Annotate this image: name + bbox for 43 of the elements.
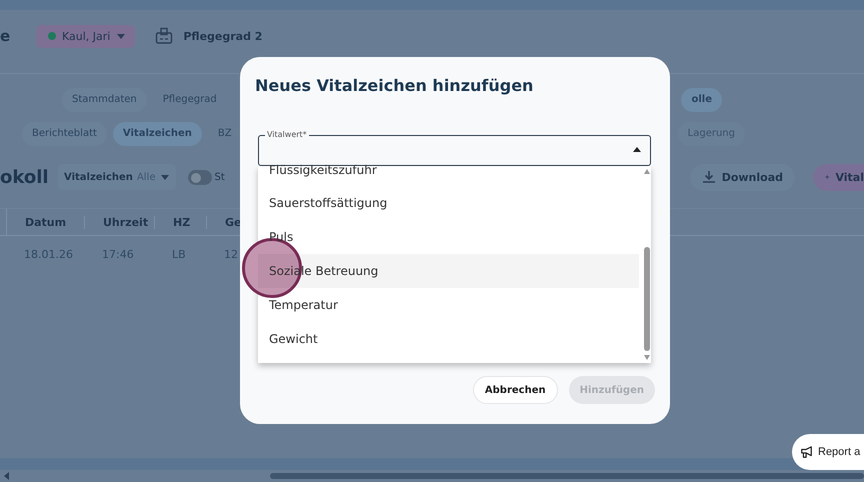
tab[interactable]: Pflegegrad — [152, 88, 227, 112]
cancel-button[interactable]: Abbrechen — [472, 376, 558, 404]
care-level: Pflegegrad 2 — [183, 30, 262, 42]
dialog-title: Neues Vitalzeichen hinzufügen — [255, 76, 534, 95]
caret-icon — [116, 32, 126, 40]
table-cell-text: 18.01.26 — [23, 248, 74, 260]
tab[interactable]: BZ — [208, 122, 242, 146]
column-header: Datum — [7, 216, 85, 228]
dropdown-option[interactable]: Temperatur — [258, 288, 639, 322]
caret-icon — [160, 174, 170, 180]
table-cell-text: 17:46 — [101, 248, 135, 260]
column-header: Ge — [224, 216, 242, 228]
table-cell-text: LB — [171, 248, 187, 260]
megaphone-icon — [800, 446, 813, 458]
scrollbar-thumb[interactable] — [644, 247, 650, 351]
toggle-label: St — [214, 172, 225, 182]
dropdown-option[interactable]: Puls — [258, 220, 639, 254]
tab[interactable]: olle — [681, 88, 722, 112]
scrollbar-thumb[interactable] — [270, 473, 864, 479]
field-label: Vitalwert* — [265, 130, 309, 140]
column-header: Uhrzeit — [85, 216, 155, 228]
dropdown-option[interactable]: Flüssigkeitszufuhr — [258, 166, 639, 186]
download-button[interactable]: Download — [690, 164, 795, 190]
table-cell-text: 12 — [223, 248, 239, 260]
tab[interactable]: Stammdaten — [62, 88, 147, 112]
page-title: e — [0, 27, 12, 45]
dropdown-option[interactable]: Gewicht — [258, 322, 639, 356]
download-icon — [702, 170, 716, 184]
scroll-down-icon — [644, 355, 650, 360]
caret-icon — [633, 146, 641, 153]
select-field[interactable]: Vitalwert* — [258, 129, 651, 166]
scroll-left-icon — [4, 472, 9, 480]
section-title: okoll — [0, 166, 50, 188]
report-button[interactable]: Report a — [792, 434, 864, 470]
tab[interactable]: Berichteblatt — [22, 122, 107, 146]
column-header: HZ — [155, 216, 207, 228]
badge-icon — [155, 27, 174, 45]
toggle-switch[interactable] — [188, 170, 212, 184]
add-button[interactable]: Vital — [813, 164, 864, 190]
resident-selector[interactable]: Kaul, Jari — [36, 24, 136, 48]
scroll-up-icon — [644, 169, 650, 174]
tab[interactable]: Vitalzeichen — [112, 122, 202, 146]
dropdown-option[interactable]: Sauerstoffsättigung — [258, 186, 639, 220]
